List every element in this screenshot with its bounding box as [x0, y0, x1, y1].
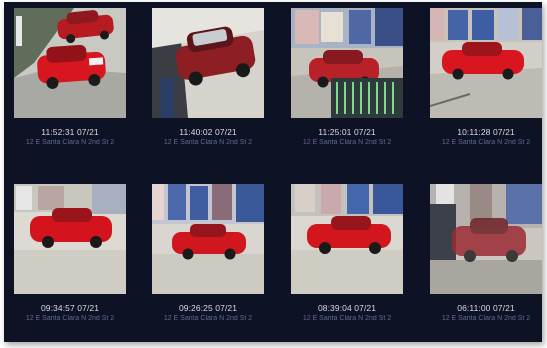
capture-timestamp: 10:11:28 07/21: [457, 127, 515, 137]
capture-timestamp: 11:25:01 07/21: [318, 127, 376, 137]
capture-thumbnail[interactable]: [430, 184, 542, 294]
capture-location: 12 E Santa Clara N 2nd St 2: [302, 315, 392, 322]
capture-location: 12 E Santa Clara N 2nd St 2: [441, 315, 531, 322]
capture-thumbnail[interactable]: [152, 184, 264, 294]
capture-location: 12 E Santa Clara N 2nd St 2: [163, 315, 253, 322]
capture-location: 12 E Santa Clara N 2nd St 2: [25, 139, 115, 146]
capture-thumbnail[interactable]: [152, 8, 264, 118]
camera-capture-gallery: 11:52:31 07/21 12 E Santa Clara N 2nd St…: [4, 2, 542, 342]
capture-thumbnail[interactable]: [14, 8, 126, 118]
capture-timestamp: 09:34:57 07/21: [40, 303, 100, 313]
capture-timestamp: 11:52:31 07/21: [41, 127, 99, 137]
capture-thumbnail[interactable]: [291, 8, 403, 118]
capture-location: 12 E Santa Clara N 2nd St 2: [163, 139, 253, 146]
capture-location: 12 E Santa Clara N 2nd St 2: [441, 139, 531, 146]
capture-timestamp: 09:26:25 07/21: [178, 303, 238, 313]
capture-thumbnail[interactable]: [14, 184, 126, 294]
capture-timestamp: 06:11:00 07/21: [457, 303, 515, 313]
capture-timestamp: 08:39:04 07/21: [317, 303, 377, 313]
capture-location: 12 E Santa Clara N 2nd St 2: [302, 139, 392, 146]
capture-thumbnail[interactable]: [291, 184, 403, 294]
capture-location: 12 E Santa Clara N 2nd St 2: [25, 315, 115, 322]
capture-timestamp: 11:40:02 07/21: [179, 127, 237, 137]
capture-thumbnail[interactable]: [430, 8, 542, 118]
